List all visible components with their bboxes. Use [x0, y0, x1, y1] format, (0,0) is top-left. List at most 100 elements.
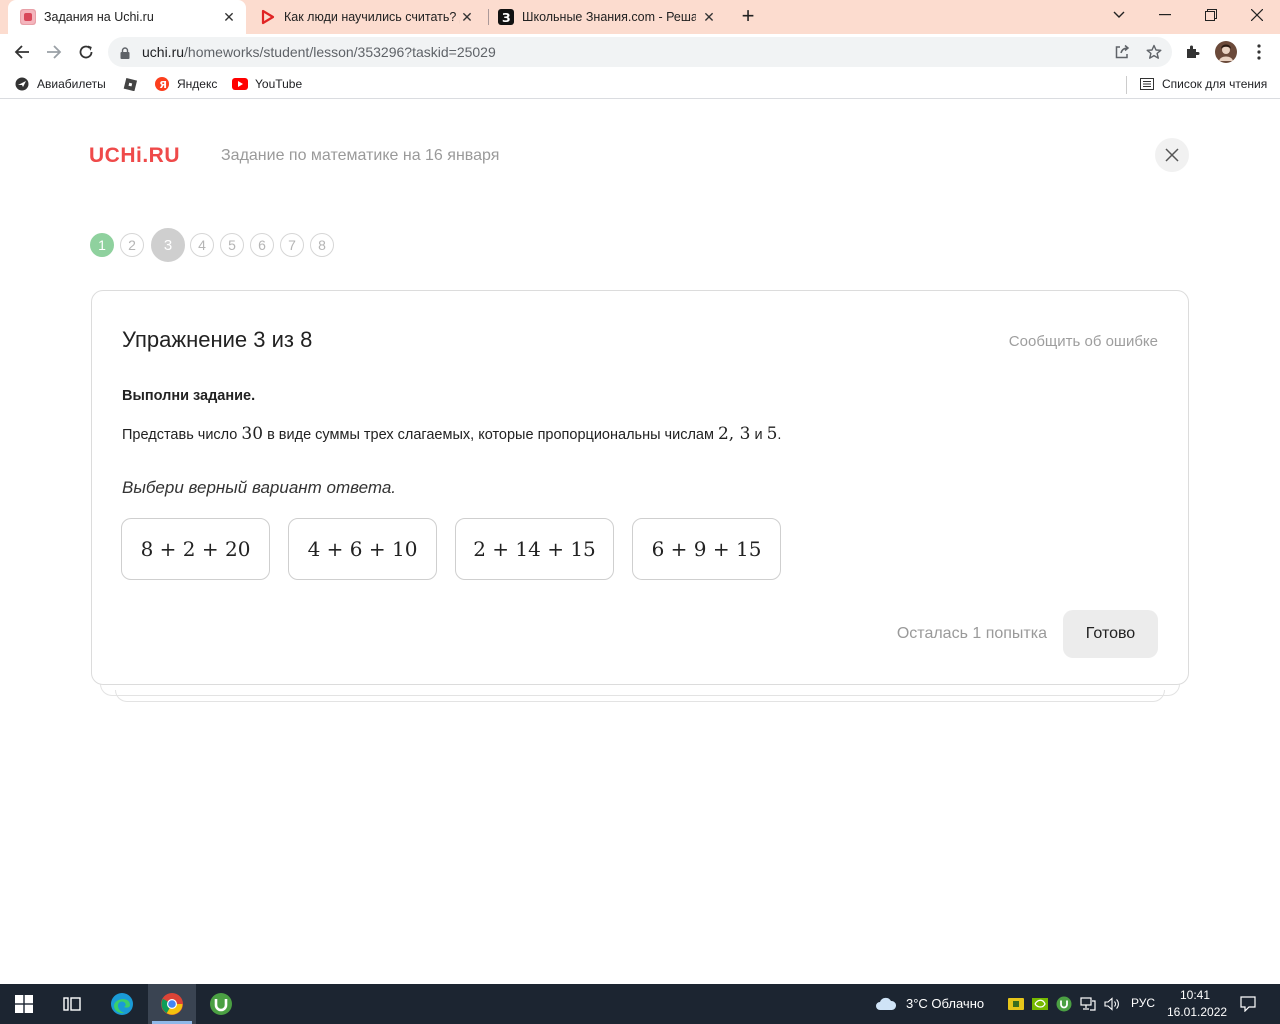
step-1[interactable]: 1 [90, 233, 114, 257]
task-view-icon[interactable] [48, 984, 96, 1024]
share-icon[interactable] [1114, 44, 1130, 60]
question-part: в виде суммы трех слагаемых, которые про… [263, 427, 718, 443]
tab-video[interactable]: Как люди научились считать? Д ✕ [252, 0, 484, 34]
extensions-icon[interactable] [1183, 42, 1203, 62]
card-stack-shadow [100, 684, 1180, 696]
bookmark-aviabilety[interactable]: Авиабилеты [14, 75, 106, 93]
znania-icon: З [498, 9, 514, 25]
question-text: Представь число 30 в виде суммы трех сла… [122, 424, 781, 444]
question-part: . [777, 427, 782, 443]
step-6[interactable]: 6 [250, 233, 274, 257]
tab-title: Задания на Uchi.ru [44, 10, 154, 24]
restore-icon[interactable] [1188, 0, 1234, 30]
step-7[interactable]: 7 [280, 233, 304, 257]
yellow-app-tray-icon[interactable] [1008, 996, 1024, 1012]
exercise-card: Упражнение 3 из 8 Сообщить об ошибке Вып… [91, 290, 1189, 685]
clock-date[interactable]: 16.01.2022 [1167, 1005, 1227, 1019]
reload-icon[interactable] [74, 40, 98, 64]
close-tab-icon[interactable]: ✕ [702, 10, 716, 24]
question-number: 2, 3 [717, 424, 751, 444]
bookmark-yandex[interactable]: Я Яндекс [154, 75, 217, 93]
attempts-left: Осталась 1 попытка [896, 625, 1047, 642]
report-error-link[interactable]: Сообщить об ошибке [1009, 333, 1158, 350]
tab-strip: Задания на Uchi.ru ✕ Как люди научились … [0, 0, 1280, 34]
plane-globe-icon [14, 76, 30, 92]
question-part: и [750, 427, 767, 443]
roblox-icon [122, 76, 138, 92]
windows-start-icon[interactable] [0, 984, 48, 1024]
step-3[interactable]: 3 [151, 228, 185, 262]
step-8[interactable]: 8 [310, 233, 334, 257]
close-tab-icon[interactable]: ✕ [222, 10, 236, 24]
bookmark-label: YouTube [255, 77, 303, 91]
bookmarks-divider [1126, 76, 1127, 94]
taskbar: 3°C Облачно РУС 10:41 16.01.2022 [0, 984, 1280, 1024]
utorrent-tray-icon[interactable] [1056, 996, 1072, 1012]
tab-search-icon[interactable] [1096, 0, 1142, 30]
new-tab-icon[interactable]: + [738, 5, 758, 27]
volume-icon[interactable] [1104, 996, 1120, 1012]
bookmark-label: Яндекс [177, 77, 218, 91]
language-indicator[interactable]: РУС [1131, 996, 1155, 1010]
forward-icon[interactable] [42, 40, 66, 64]
lesson-title: Задание по математике на 16 января [221, 147, 500, 164]
address-bar[interactable]: uchi.ru/homeworks/student/lesson/353296?… [108, 37, 1172, 67]
answer-option-1[interactable]: 8 + 2 + 20 [121, 518, 270, 580]
chrome-taskbar-icon[interactable] [148, 984, 196, 1024]
step-4[interactable]: 4 [190, 233, 214, 257]
nvidia-icon[interactable] [1032, 996, 1048, 1012]
svg-text:З: З [502, 11, 511, 25]
back-icon[interactable] [10, 40, 34, 64]
step-5[interactable]: 5 [220, 233, 244, 257]
yandex-icon: Я [154, 76, 170, 92]
reading-list-label: Список для чтения [1162, 77, 1268, 91]
svg-text:Я: Я [159, 80, 167, 91]
notifications-icon[interactable] [1240, 996, 1256, 1012]
answer-option-2[interactable]: 4 + 6 + 10 [288, 518, 437, 580]
network-icon[interactable] [1080, 996, 1096, 1012]
lock-icon[interactable] [120, 46, 130, 64]
uchi-favicon-icon [20, 9, 36, 25]
tab-znania[interactable]: З Школьные Знания.com - Решае ✕ [490, 0, 726, 34]
minimize-icon[interactable] [1142, 0, 1188, 30]
instruction-text: Выполни задание. [122, 388, 256, 404]
youtube-red-icon [260, 9, 276, 25]
reading-list-button[interactable]: Список для чтения [1139, 75, 1267, 93]
weather-cloud-icon[interactable] [875, 996, 897, 1012]
exercise-title: Упражнение 3 из 8 [122, 327, 313, 352]
browser-toolbar: uchi.ru/homeworks/student/lesson/353296?… [0, 34, 1280, 70]
tab-title: Школьные Знания.com - Решае [522, 10, 696, 24]
window-close-icon[interactable] [1234, 0, 1280, 30]
step-2[interactable]: 2 [120, 233, 144, 257]
youtube-icon [232, 76, 248, 92]
bookmark-youtube[interactable]: YouTube [232, 75, 302, 93]
submit-button[interactable]: Готово [1063, 610, 1158, 658]
profile-avatar-icon[interactable] [1215, 41, 1237, 63]
question-number: 30 [241, 424, 264, 444]
utorrent-icon[interactable] [197, 984, 245, 1024]
bookmarks-bar: Авиабилеты Я Яндекс YouTube Список для ч… [0, 70, 1280, 99]
uchi-logo[interactable]: UCHi.RU [89, 144, 180, 168]
question-number: 5 [766, 424, 778, 444]
answer-hint: Выбери верный вариант ответа. [122, 478, 397, 497]
chrome-menu-icon[interactable] [1249, 42, 1269, 62]
url-text: uchi.ru/homeworks/student/lesson/353296?… [142, 44, 496, 60]
bookmark-roblox[interactable] [122, 75, 145, 93]
url-domain: uchi.ru [142, 44, 185, 60]
answer-option-4[interactable]: 6 + 9 + 15 [632, 518, 781, 580]
answer-option-3[interactable]: 2 + 14 + 15 [455, 518, 614, 580]
tab-divider [488, 9, 489, 25]
weather-text[interactable]: 3°C Облачно [906, 996, 984, 1011]
edge-browser-icon[interactable] [98, 984, 146, 1024]
question-part: Представь число [122, 427, 242, 443]
close-tab-icon[interactable]: ✕ [460, 10, 474, 24]
close-icon [1165, 148, 1179, 162]
url-path: /homeworks/student/lesson/353296?taskid=… [184, 44, 496, 60]
bookmark-label: Авиабилеты [37, 77, 106, 91]
clock-time[interactable]: 10:41 [1180, 988, 1210, 1002]
tab-uchi[interactable]: Задания на Uchi.ru ✕ [8, 0, 246, 34]
tab-title: Как люди научились считать? Д [284, 10, 460, 24]
reading-list-icon [1139, 76, 1155, 92]
close-lesson-button[interactable] [1155, 138, 1189, 172]
bookmark-star-icon[interactable] [1146, 44, 1162, 60]
